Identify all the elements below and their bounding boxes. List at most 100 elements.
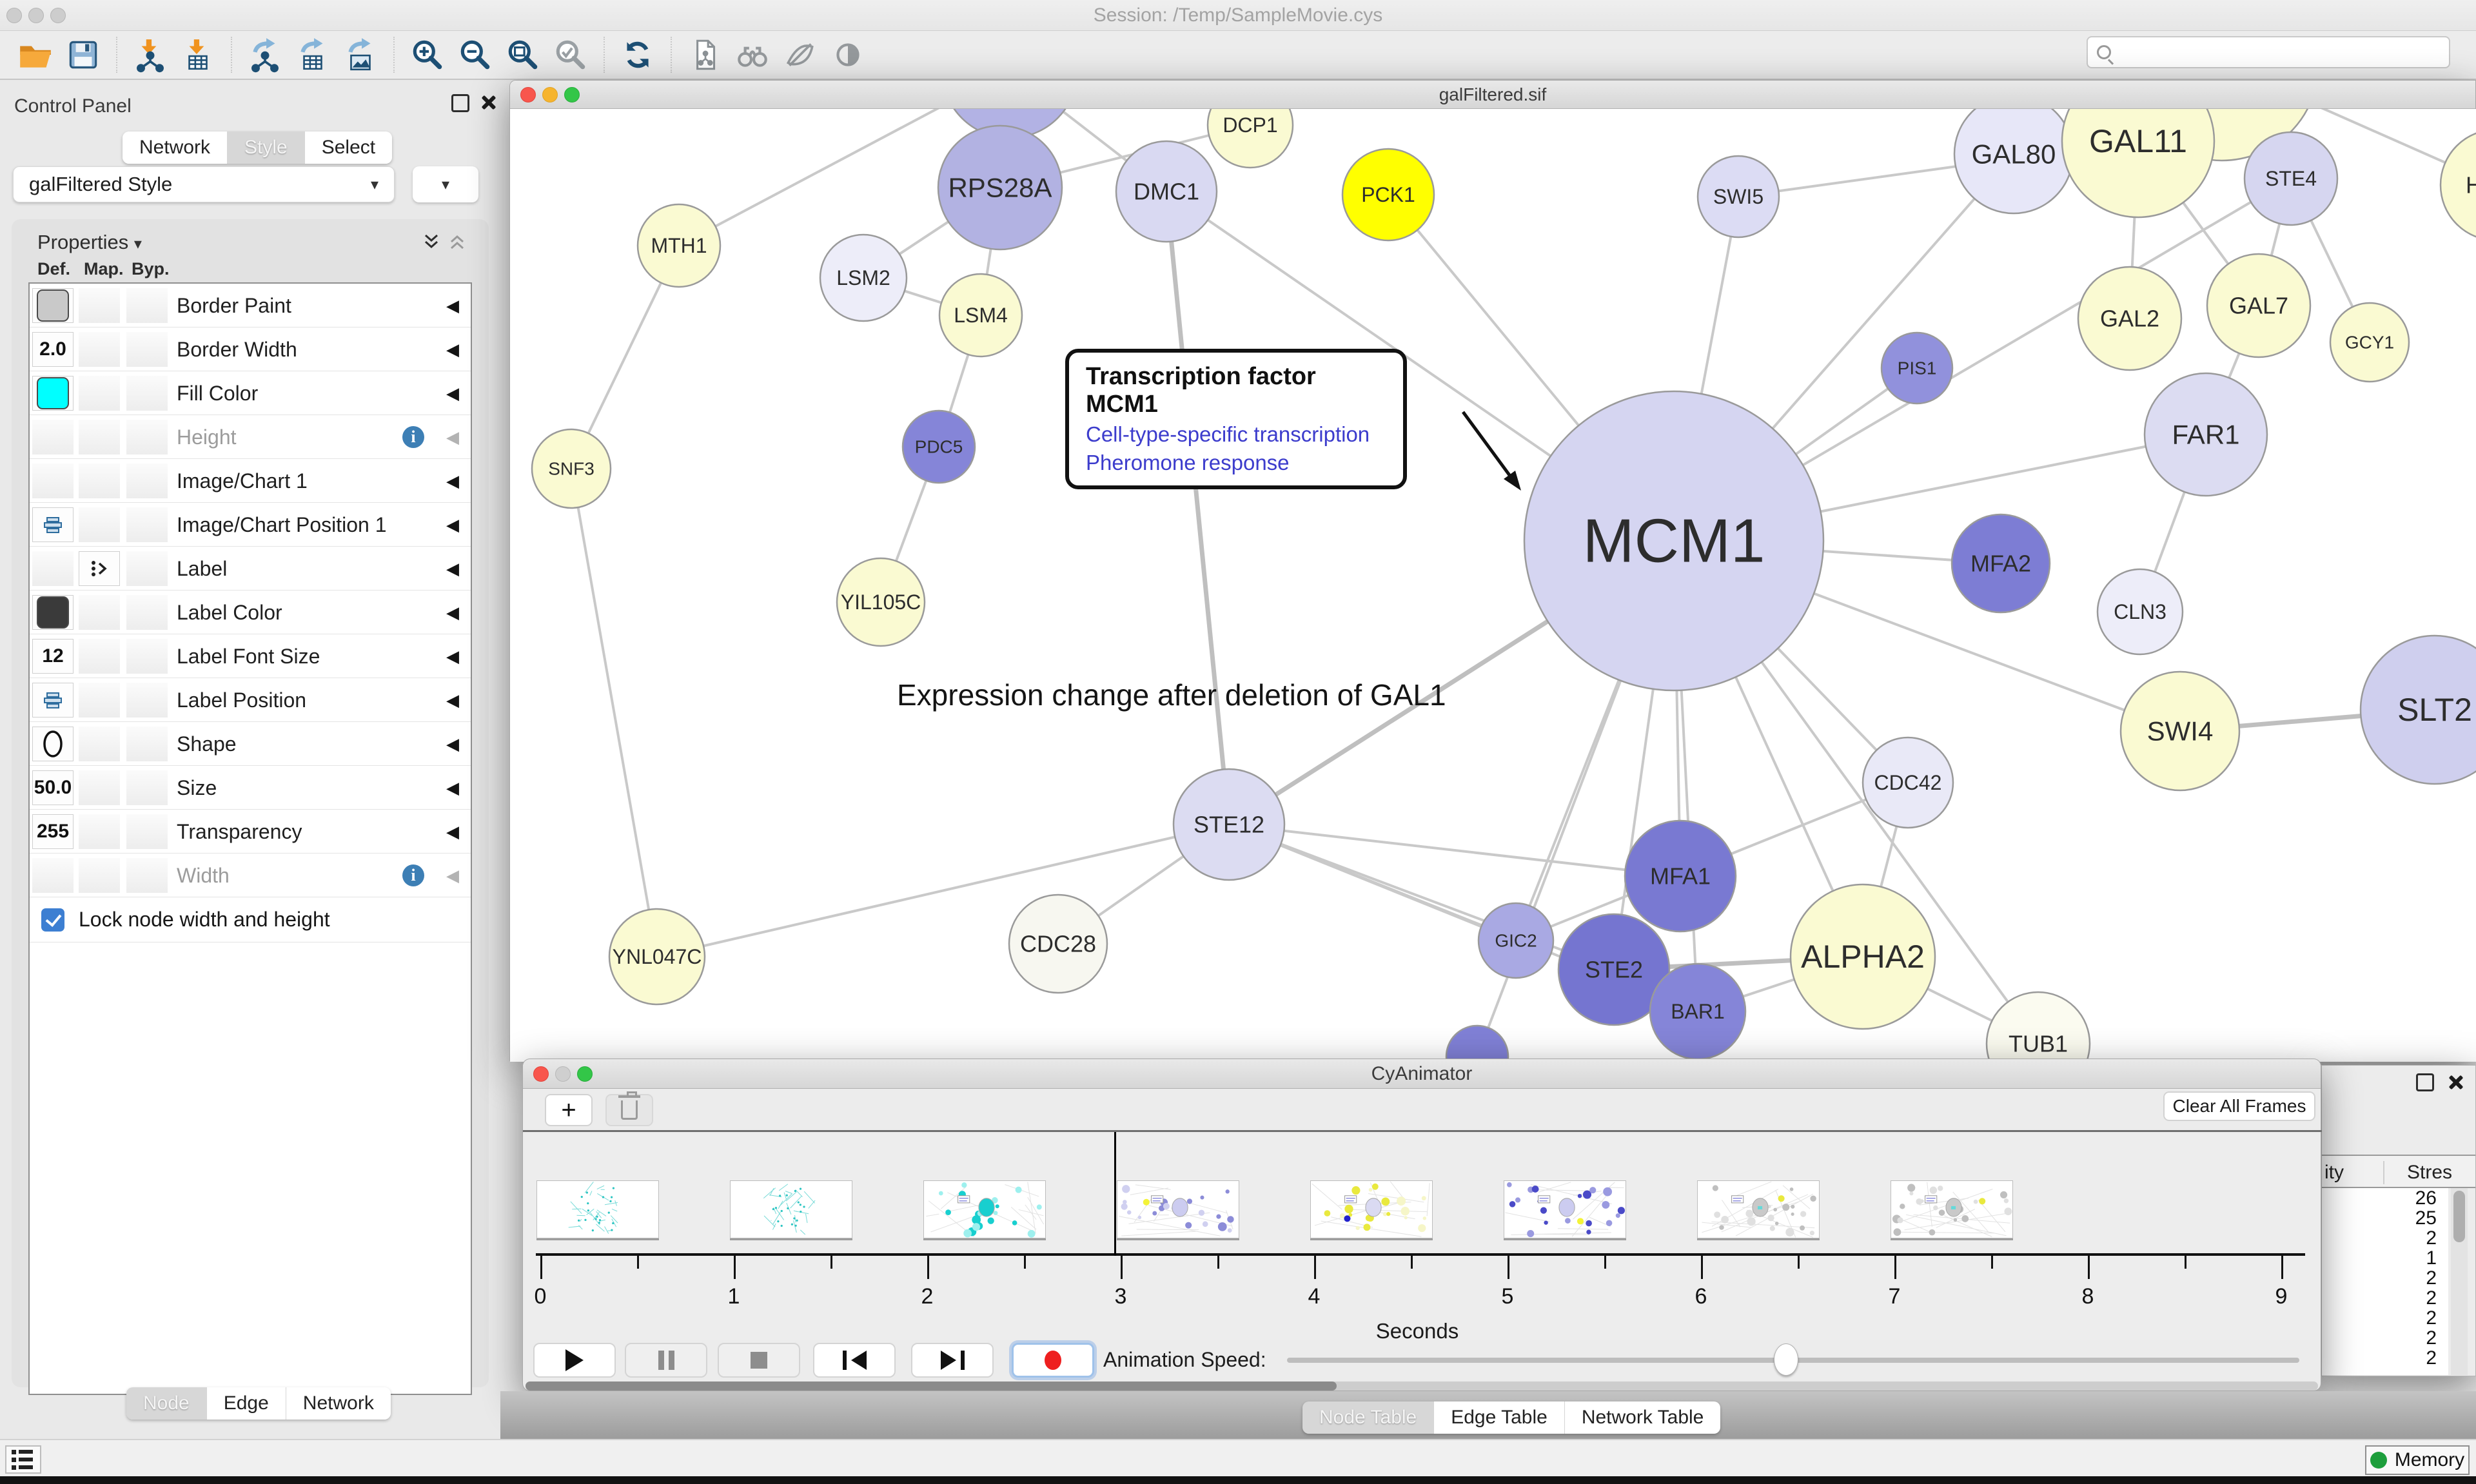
close-panel-icon[interactable] [2446, 1073, 2465, 1092]
save-session-icon[interactable] [63, 35, 103, 75]
property-row[interactable]: Widthi◀ [30, 854, 471, 897]
maximize-window-icon[interactable] [50, 8, 66, 23]
empty-cell[interactable] [79, 288, 120, 323]
minimize-window-icon[interactable] [28, 8, 44, 23]
empty-cell[interactable] [79, 770, 120, 805]
empty-cell[interactable] [126, 727, 168, 761]
expand-row-icon[interactable]: ◀ [446, 634, 459, 678]
empty-cell[interactable] [79, 727, 120, 761]
empty-cell[interactable] [32, 551, 74, 586]
property-row[interactable]: 255Transparency◀ [30, 810, 471, 854]
property-row[interactable]: Label◀ [30, 547, 471, 591]
info-icon[interactable]: i [402, 426, 424, 448]
add-frame-button[interactable]: + [545, 1094, 593, 1126]
frame-thumbnail-6[interactable] [1697, 1180, 1820, 1238]
frame-thumbnail-2[interactable] [923, 1180, 1046, 1238]
pause-button[interactable] [625, 1343, 707, 1378]
hide-items-icon[interactable] [780, 35, 820, 75]
property-row[interactable]: 12Label Font Size◀ [30, 634, 471, 678]
empty-cell[interactable] [32, 420, 74, 454]
position-icon[interactable] [32, 507, 74, 542]
empty-cell[interactable] [126, 464, 168, 498]
export-network-icon[interactable] [245, 35, 285, 75]
table-cell[interactable]: 2 [2322, 1328, 2448, 1348]
table-tab-network-table[interactable]: Network Table [1565, 1401, 1721, 1434]
close-panel-icon[interactable] [478, 93, 498, 112]
tab-select[interactable]: Select [305, 132, 392, 164]
value-cell[interactable]: 255 [32, 814, 74, 849]
timeline-scrollbar[interactable] [526, 1381, 2318, 1391]
empty-cell[interactable] [126, 770, 168, 805]
expand-row-icon[interactable]: ◀ [446, 722, 459, 766]
expand-row-icon[interactable]: ◀ [446, 459, 459, 503]
zoom-selected-icon[interactable] [551, 35, 591, 75]
property-row[interactable]: Label Position◀ [30, 678, 471, 722]
empty-cell[interactable] [79, 420, 120, 454]
table-tab-edge-table[interactable]: Edge Table [1434, 1401, 1565, 1434]
empty-cell[interactable] [126, 858, 168, 893]
annotation-link-1[interactable]: Cell-type-specific transcription [1086, 422, 1386, 447]
empty-cell[interactable] [79, 507, 120, 542]
checkbox-checked-icon[interactable] [41, 908, 64, 932]
network-window-titlebar[interactable]: galFiltered.sif [510, 81, 2475, 109]
minimize-window-icon[interactable] [542, 87, 558, 103]
skip-to-end-button[interactable] [911, 1343, 994, 1378]
timeline[interactable]: 0123456789 Seconds [524, 1132, 2321, 1340]
empty-cell[interactable] [79, 464, 120, 498]
style-options-button[interactable]: ▾ [413, 166, 478, 202]
play-button[interactable] [533, 1343, 616, 1378]
frame-thumbnail-0[interactable] [536, 1180, 659, 1238]
open-session-icon[interactable] [15, 35, 55, 75]
empty-cell[interactable] [126, 595, 168, 630]
lock-node-size-row[interactable]: Lock node width and height [30, 897, 471, 942]
import-network-icon[interactable] [130, 35, 170, 75]
value-cell[interactable]: 12 [32, 639, 74, 674]
empty-cell[interactable] [32, 464, 74, 498]
expand-row-icon[interactable]: ◀ [446, 591, 459, 634]
empty-cell[interactable] [126, 288, 168, 323]
cyanimator-titlebar[interactable]: CyAnimator [523, 1059, 2321, 1089]
tab-style[interactable]: Style [228, 132, 305, 164]
float-panel-icon[interactable] [451, 94, 469, 112]
expand-row-icon[interactable]: ◀ [446, 371, 459, 415]
empty-cell[interactable] [79, 332, 120, 367]
expand-row-icon[interactable]: ◀ [446, 854, 459, 897]
empty-cell[interactable] [126, 420, 168, 454]
close-window-icon[interactable] [520, 87, 536, 103]
discrete-mapping-icon[interactable] [79, 551, 120, 586]
collapse-all-icon[interactable] [447, 232, 467, 255]
frame-thumbnail-7[interactable] [1891, 1180, 2013, 1238]
zoom-fit-icon[interactable] [503, 35, 543, 75]
table-cell[interactable]: 2 [2322, 1308, 2448, 1328]
property-row[interactable]: Image/Chart 1◀ [30, 459, 471, 503]
refresh-layout-icon[interactable] [618, 35, 658, 75]
table-cell[interactable]: 2 [2322, 1268, 2448, 1288]
search-binoculars-icon[interactable] [732, 35, 772, 75]
float-panel-icon[interactable] [2416, 1073, 2434, 1091]
property-row[interactable]: Border Paint◀ [30, 284, 471, 327]
column-header-centrality[interactable]: ity [2324, 1162, 2344, 1184]
value-cell[interactable]: 50.0 [32, 770, 74, 805]
expand-row-icon[interactable]: ◀ [446, 766, 459, 810]
maximize-window-icon[interactable] [577, 1066, 593, 1082]
node-cut[interactable] [1446, 1026, 1508, 1062]
expand-row-icon[interactable]: ◀ [446, 810, 459, 854]
value-cell[interactable]: 2.0 [32, 332, 74, 367]
panel-tab-node[interactable]: Node [126, 1387, 207, 1420]
table-cell[interactable]: 2 [2322, 1228, 2448, 1248]
property-row[interactable]: Heighti◀ [30, 415, 471, 459]
close-window-icon[interactable] [533, 1066, 549, 1082]
property-row[interactable]: Fill Color◀ [30, 371, 471, 415]
property-row[interactable]: Shape◀ [30, 722, 471, 766]
empty-cell[interactable] [126, 332, 168, 367]
panel-tab-network[interactable]: Network [286, 1387, 391, 1420]
table-cell[interactable]: 2 [2322, 1288, 2448, 1308]
empty-cell[interactable] [126, 639, 168, 674]
skip-to-start-button[interactable] [813, 1343, 896, 1378]
edge[interactable] [571, 469, 657, 957]
table-tab-node-table[interactable]: Node Table [1302, 1401, 1434, 1434]
position-icon[interactable] [32, 683, 74, 718]
style-selector[interactable]: galFiltered Style ▾ [13, 166, 395, 202]
network-document-icon[interactable] [685, 35, 725, 75]
empty-cell[interactable] [126, 551, 168, 586]
